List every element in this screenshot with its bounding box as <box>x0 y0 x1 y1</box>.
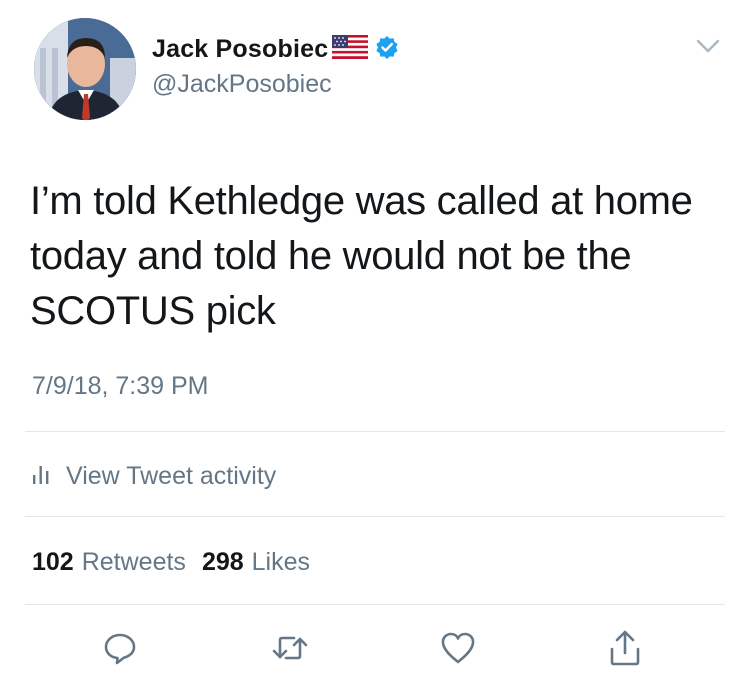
bar-chart-icon <box>32 463 50 490</box>
user-handle[interactable]: @JackPosobiec <box>152 70 332 99</box>
retweets-count[interactable]: 102 <box>32 548 74 577</box>
divider <box>25 516 725 517</box>
retweet-button[interactable] <box>270 630 310 670</box>
tweet-timestamp: 7/9/18, 7:39 PM <box>32 372 209 400</box>
retweet-icon <box>270 630 310 671</box>
reply-button[interactable] <box>100 630 140 670</box>
retweets-label[interactable]: Retweets <box>82 548 186 577</box>
like-icon <box>439 630 477 671</box>
share-button[interactable] <box>605 630 645 670</box>
share-icon <box>607 629 643 672</box>
likes-count[interactable]: 298 <box>202 548 244 577</box>
likes-label[interactable]: Likes <box>252 548 310 577</box>
divider <box>25 431 725 432</box>
display-name[interactable]: Jack Posobiec <box>152 35 328 64</box>
verified-badge-icon <box>375 35 399 64</box>
view-tweet-activity-button[interactable]: View Tweet activity <box>32 460 276 492</box>
us-flag-icon <box>332 34 369 64</box>
tweet-text: I’m told Kethledge was called at home to… <box>30 179 693 333</box>
chevron-down-icon[interactable] <box>695 37 721 60</box>
tweet-stats: 102 Retweets 298 Likes <box>32 546 326 578</box>
divider <box>25 604 725 605</box>
like-button[interactable] <box>438 630 478 670</box>
view-tweet-activity-label: View Tweet activity <box>66 461 277 490</box>
avatar[interactable] <box>34 18 136 120</box>
reply-icon <box>102 630 138 671</box>
